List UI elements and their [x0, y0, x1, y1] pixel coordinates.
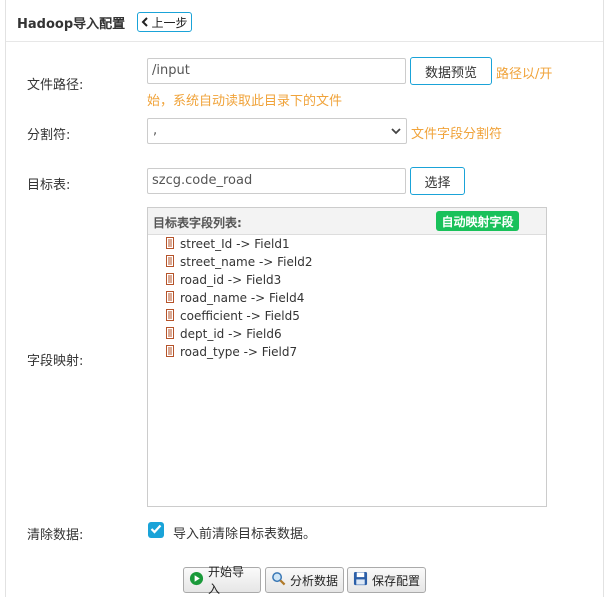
- magnifier-icon: [271, 571, 286, 589]
- field-item[interactable]: road_id -> Field3: [166, 271, 281, 289]
- field-item-label: road_name -> Field4: [180, 291, 305, 305]
- field-item[interactable]: street_Id -> Field1: [166, 235, 290, 253]
- save-config-label: 保存配置: [372, 573, 421, 588]
- field-item-label: road_id -> Field3: [180, 273, 282, 287]
- file-path-hint-line1: 路径以/开: [496, 67, 553, 82]
- file-path-label: 文件路径:: [27, 78, 84, 93]
- field-item-label: road_type -> Field7: [180, 345, 298, 359]
- field-item[interactable]: dept_id -> Field6: [166, 325, 282, 343]
- start-import-label: 开始导入: [208, 565, 245, 596]
- chevron-down-icon: [390, 125, 402, 141]
- field-item[interactable]: road_name -> Field4: [166, 289, 304, 307]
- back-button[interactable]: 上一步: [137, 12, 192, 32]
- document-icon: [166, 308, 174, 324]
- data-preview-button[interactable]: 数据预览: [410, 57, 492, 85]
- clear-data-checkbox[interactable]: [148, 522, 164, 538]
- clear-data-checkbox-label: 导入前清除目标表数据。: [173, 527, 317, 542]
- delimiter-label: 分割符:: [27, 128, 71, 143]
- chevron-left-icon: [141, 17, 149, 27]
- config-panel: Hadoop导入配置 上一步 文件路径: /input 数据预览 路径以/开 始…: [5, 0, 604, 597]
- document-icon: [166, 254, 174, 270]
- clear-data-label: 清除数据:: [27, 528, 84, 543]
- checkmark-icon: [150, 523, 162, 538]
- field-item[interactable]: road_type -> Field7: [166, 343, 297, 361]
- field-list-header: 目标表字段列表: 自动映射字段: [148, 208, 546, 235]
- field-item-label: street_name -> Field2: [180, 255, 313, 269]
- field-item-label: coefficient -> Field5: [180, 309, 300, 323]
- document-icon: [166, 344, 174, 360]
- field-item-label: street_Id -> Field1: [180, 237, 290, 251]
- document-icon: [166, 272, 174, 288]
- page-title: Hadoop导入配置: [17, 17, 126, 32]
- field-item[interactable]: street_name -> Field2: [166, 253, 312, 271]
- start-import-button[interactable]: 开始导入: [183, 565, 261, 596]
- field-item[interactable]: coefficient -> Field5: [166, 307, 300, 325]
- file-path-input[interactable]: /input: [147, 58, 406, 84]
- document-icon: [166, 290, 174, 306]
- file-path-hint-line2: 始，系统自动读取此目录下的文件: [147, 94, 343, 109]
- back-button-label: 上一步: [151, 15, 188, 30]
- analyze-data-button[interactable]: 分析数据: [265, 567, 344, 593]
- delimiter-hint: 文件字段分割符: [411, 127, 503, 142]
- floppy-disk-icon: [353, 571, 368, 589]
- field-item-label: dept_id -> Field6: [180, 327, 282, 341]
- panel-header: Hadoop导入配置 上一步: [6, 0, 603, 42]
- auto-map-button[interactable]: 自动映射字段: [436, 211, 519, 231]
- target-table-input[interactable]: szcg.code_road: [147, 168, 406, 194]
- field-mapping-label: 字段映射:: [27, 354, 84, 369]
- document-icon: [166, 236, 174, 252]
- target-table-label: 目标表:: [27, 178, 71, 193]
- document-icon: [166, 326, 174, 342]
- analyze-data-label: 分析数据: [290, 573, 339, 588]
- select-table-button[interactable]: 选择: [410, 167, 465, 195]
- delimiter-select[interactable]: ,: [147, 118, 407, 144]
- save-config-button[interactable]: 保存配置: [347, 567, 426, 593]
- play-circle-icon: [189, 571, 204, 589]
- delimiter-value: ,: [153, 123, 158, 138]
- field-list[interactable]: 目标表字段列表: 自动映射字段 street_Id -> Field1 stree…: [147, 207, 547, 507]
- field-list-title: 目标表字段列表:: [153, 216, 242, 230]
